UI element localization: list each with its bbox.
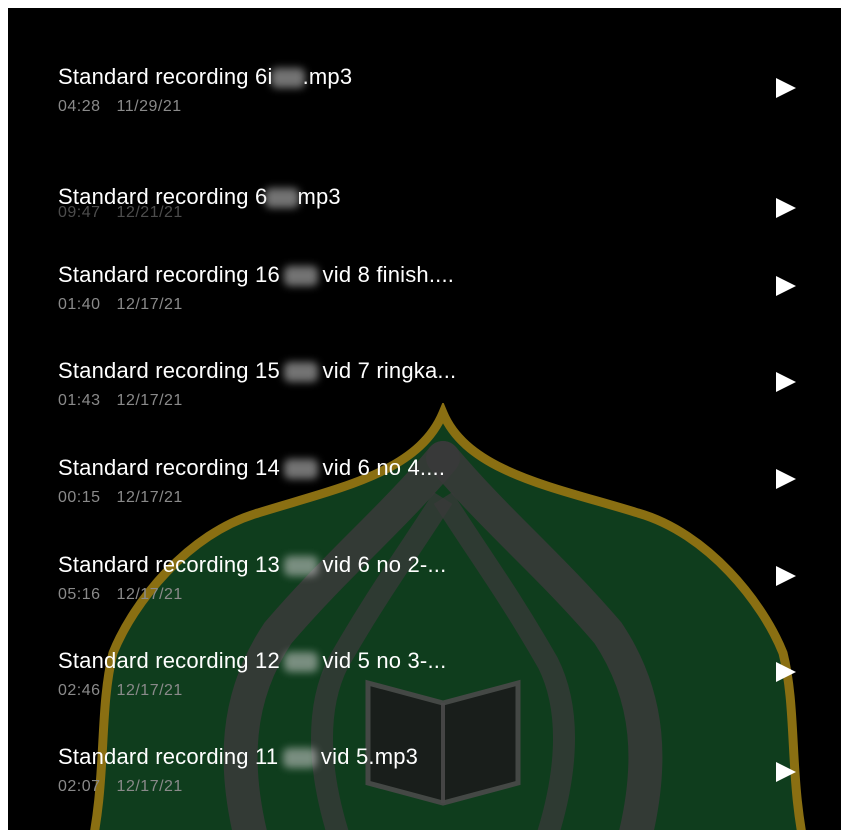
- play-icon[interactable]: [776, 78, 796, 98]
- recording-title-start: Standard recording 14: [58, 455, 280, 480]
- recording-date: 11/29/21: [116, 98, 182, 115]
- redacted-blur: [270, 68, 305, 89]
- play-icon[interactable]: [776, 469, 796, 489]
- recording-title: Standard recording 11 vid 5.mp3: [58, 744, 418, 770]
- recording-title-start: Standard recording 11: [58, 744, 279, 769]
- recording-title-start: Standard recording 16: [58, 262, 280, 287]
- recording-title: Standard recording 15 vid 7 ringka...: [58, 358, 456, 384]
- redacted-blur: [284, 362, 319, 383]
- list-item[interactable]: Standard recording 16 vid 8 finish.... 0…: [8, 206, 841, 313]
- play-icon[interactable]: [776, 662, 796, 682]
- play-icon[interactable]: [776, 372, 796, 392]
- redacted-blur: [284, 556, 319, 577]
- recording-date: 12/17/21: [116, 778, 183, 795]
- list-item[interactable]: Standard recording 15 vid 7 ringka... 01…: [8, 302, 841, 409]
- play-icon[interactable]: [776, 276, 796, 296]
- play-icon[interactable]: [776, 566, 796, 586]
- recording-title-end: .mp3: [302, 64, 353, 89]
- recording-title-start: Standard recording 6i: [58, 64, 273, 89]
- list-item[interactable]: Standard recording 6i .mp3 04:28 11/29/21: [8, 8, 841, 115]
- redacted-blur: [284, 652, 319, 673]
- play-icon[interactable]: [776, 762, 796, 782]
- recording-title-end: vid 5.mp3: [320, 744, 419, 769]
- recording-title: Standard recording 13 vid 6 no 2-...: [58, 552, 446, 578]
- recording-title: Standard recording 14 vid 6 no 4....: [58, 455, 445, 481]
- list-item[interactable]: Standard recording 13 vid 6 no 2-... 05:…: [8, 496, 841, 603]
- recording-title: Standard recording 6i .mp3: [58, 64, 352, 90]
- recording-title: Standard recording 12 vid 5 no 3-...: [58, 648, 446, 674]
- recording-meta: 04:28 11/29/21: [58, 98, 182, 116]
- list-item[interactable]: Standard recording 12 vid 5 no 3-... 02:…: [8, 592, 841, 699]
- recording-meta: 02:07 12/17/21: [58, 778, 183, 796]
- recording-title-start: Standard recording 15: [58, 358, 280, 383]
- recording-title-end: vid 8 finish....: [322, 262, 455, 287]
- redacted-blur: [282, 748, 317, 769]
- recording-title-end: vid 6 no 4....: [322, 455, 446, 480]
- recording-duration: 04:28: [58, 98, 101, 115]
- recording-title-end: vid 6 no 2-...: [322, 552, 447, 577]
- recording-title-end: vid 7 ringka...: [322, 358, 457, 383]
- recording-duration: 02:07: [58, 778, 101, 795]
- recording-title-start: Standard recording 12: [58, 648, 280, 673]
- recordings-screen: Standard recording 6i .mp3 04:28 11/29/21 …: [8, 8, 841, 830]
- recording-title-start: Standard recording 13: [58, 552, 280, 577]
- redacted-blur: [284, 266, 319, 287]
- recording-title: Standard recording 16 vid 8 finish....: [58, 262, 454, 288]
- recording-title-end: vid 5 no 3-...: [322, 648, 447, 673]
- list-item[interactable]: Standard recording 14 vid 6 no 4.... 00:…: [8, 399, 841, 506]
- list-item[interactable]: Standard recording 11 vid 5.mp3 02:07 12/…: [8, 688, 841, 795]
- redacted-blur: [284, 459, 319, 480]
